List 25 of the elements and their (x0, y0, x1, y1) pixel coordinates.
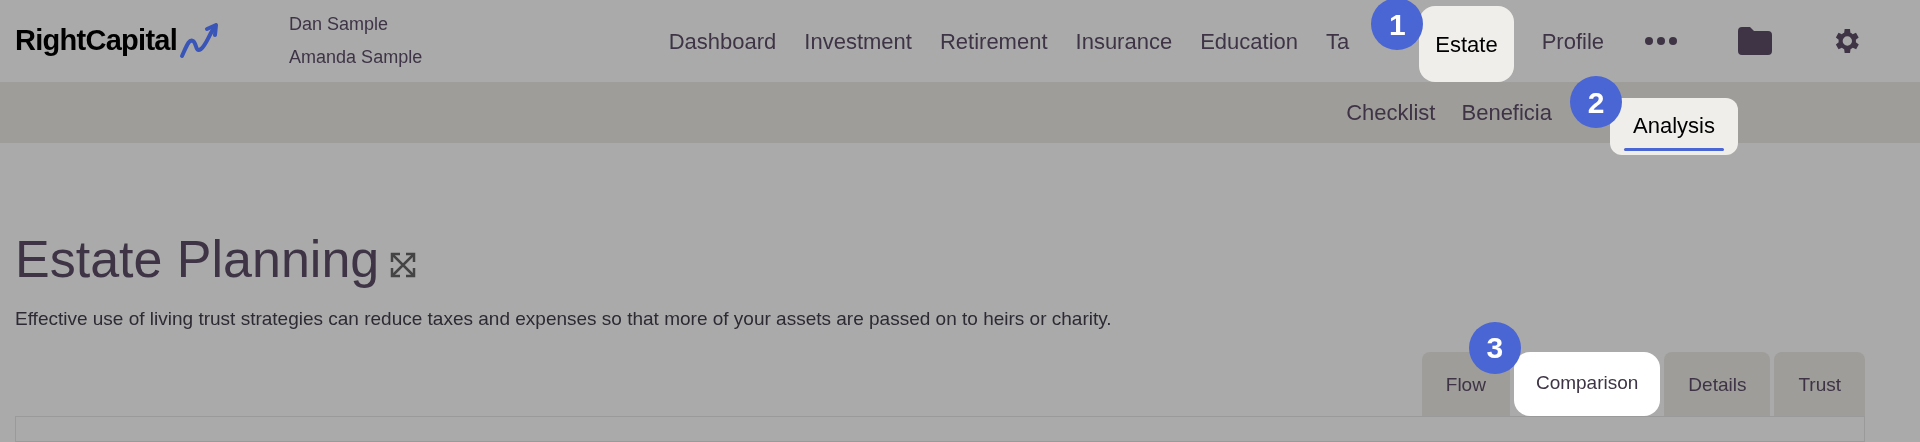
expand-icon[interactable] (389, 251, 418, 279)
nav-tab[interactable]: Investment (804, 24, 912, 58)
sub-nav-tab[interactable]: Analysis (1610, 98, 1738, 155)
nav-tab[interactable]: Retirement (939, 24, 1048, 58)
sub-nav-tab[interactable]: Beneficia (1461, 96, 1552, 129)
view-tab[interactable]: Trust (1774, 351, 1865, 416)
page-description: Effective use of living trust strategies can reduce taxes and expenses so that more of your assets are passed on to heirs or charity. (14, 307, 1113, 331)
rising-arrow-icon (179, 23, 220, 59)
folder-icon[interactable] (1738, 27, 1772, 55)
nav-tab[interactable]: Dashboard (668, 24, 777, 58)
logo-text: RightCapital (15, 23, 178, 59)
nav-tab[interactable]: Insurance (1075, 24, 1173, 58)
view-tab[interactable]: Comparison (1513, 351, 1661, 416)
more-icon[interactable] (1644, 36, 1678, 46)
client-name: Amanda Sample (289, 46, 423, 69)
tour-step-tooltip: 1 (1371, 0, 1424, 50)
nav-tab[interactable]: Ta (1326, 24, 1350, 58)
client-name: Dan Sample (289, 13, 390, 36)
nav-tab[interactable]: Education (1200, 24, 1298, 58)
nav-tab[interactable]: Estate (1419, 6, 1514, 82)
view-tab[interactable]: Details (1664, 351, 1771, 416)
tour-step-tooltip: 2 (1570, 76, 1622, 128)
nav-tab[interactable]: Profile (1541, 24, 1604, 58)
sub-nav-tab[interactable]: Checklist (1346, 96, 1436, 129)
tour-step-tooltip: 3 (1468, 321, 1521, 374)
